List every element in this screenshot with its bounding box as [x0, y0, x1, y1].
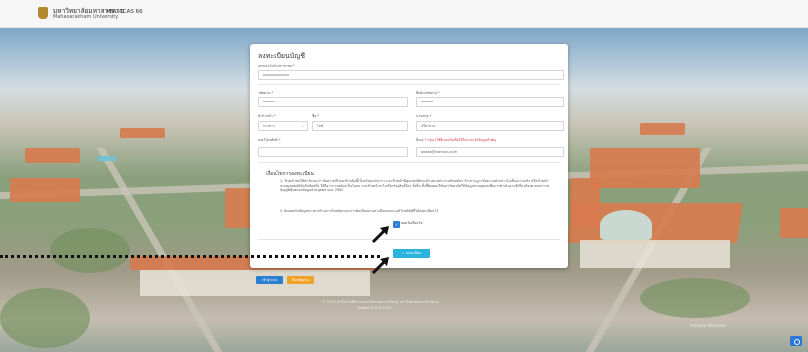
login-button[interactable]: เข้าสู่ระบบ [256, 276, 283, 284]
id-card-input[interactable]: xxxxxxxxxxxxx [258, 70, 564, 80]
email-value: pedaa@hotmail.co.th [421, 150, 458, 154]
chat-widget-icon[interactable] [790, 336, 802, 346]
id-card-value: xxxxxxxxxxxxx [263, 73, 290, 77]
password-value: •••••• [263, 100, 275, 104]
accept-terms-checkbox[interactable]: ✓ [393, 221, 400, 228]
required-mark: * [438, 91, 440, 95]
windows-watermark: Activate Windows [690, 323, 726, 328]
divider [258, 162, 560, 163]
required-mark: * [271, 91, 274, 95]
annotation-dotted-line [0, 255, 380, 258]
prefix-value: นางสาว [263, 124, 275, 128]
required-mark: * [317, 114, 320, 118]
forgot-password-button[interactable]: ลืมรหัสผ่าน [287, 276, 314, 284]
lastname-label: นามสกุล * [416, 114, 431, 119]
chevron-down-icon: ⌄ [301, 124, 304, 128]
system-name: MSU-TCAS 66 [106, 9, 143, 15]
divider [258, 84, 560, 85]
footer-contact: โทรศัพท์ 043-754333 [357, 306, 392, 310]
password-confirm-value: •••••• [421, 100, 433, 104]
university-logo-icon[interactable] [38, 7, 48, 19]
firstname-value: ไอซ์ [317, 124, 324, 128]
prefix-label: คำนำหน้า * [258, 114, 276, 119]
top-navbar: มหาวิทยาลัยมหาสารคาม Mahasarakham Univer… [0, 0, 808, 28]
password-label-text: รหัสผ่าน [258, 91, 271, 95]
terms-title: เงื่อนไขการลงทะเบียน [266, 171, 314, 177]
divider [258, 239, 560, 240]
lastname-input[interactable]: ปรีดาธาน [416, 121, 564, 131]
lastname-label-text: นามสกุล [416, 114, 429, 118]
required-mark: * [273, 114, 276, 118]
email-label-text: อีเมล [416, 138, 424, 142]
password-confirm-label-text: ยืนยันรหัสผ่าน [416, 91, 437, 95]
password-label: รหัสผ่าน * [258, 91, 273, 96]
annotation-arrow-icon [371, 257, 389, 275]
id-card-label-text: เลขประจำตัวประชาชน [258, 64, 292, 68]
phone-label: เบอร์โทรศัพท์ * [258, 138, 280, 143]
phone-label-text: เบอร์โทรศัพท์ [258, 138, 278, 142]
terms-item-2: 2. ยินยอมรับข้อมูลข่าวสารด้านการรับสมัคร… [280, 209, 439, 213]
phone-input[interactable] [258, 147, 408, 157]
register-button[interactable]: ✓ ลงทะเบียน [393, 249, 430, 258]
terms-item-1: 1. ข้าพเจ้าขอให้คำรับรองว่า ข้อความที่กร… [280, 179, 550, 193]
id-card-label: เลขประจำตัวประชาชน * [258, 64, 295, 69]
required-mark: * [278, 138, 281, 142]
lastname-value: ปรีดาธาน [421, 124, 436, 128]
annotation-arrow-icon [371, 226, 389, 244]
accept-terms-label[interactable]: ยอมรับเงื่อนไข [401, 221, 422, 226]
page-title: ลงทะเบียนบัญชี [258, 52, 305, 60]
prefix-label-text: คำนำหน้า [258, 114, 273, 118]
firstname-label-text: ชื่อ [312, 114, 317, 118]
footer-copyright: © 2022 สำนักการศึกษาและนวัตกรรมการเรียนร… [322, 300, 439, 304]
required-mark: * [293, 64, 295, 68]
password-confirm-input[interactable]: •••••• [416, 97, 564, 107]
email-label: อีเมล * กรุณาใช้อีเมลจริงเพื่อใช้ในการแจ… [416, 138, 496, 143]
password-input[interactable]: •••••• [258, 97, 408, 107]
firstname-input[interactable]: ไอซ์ [312, 121, 408, 131]
required-mark: * [429, 114, 432, 118]
email-input[interactable]: pedaa@hotmail.co.th [416, 147, 564, 157]
firstname-label: ชื่อ * [312, 114, 319, 119]
registration-card: ลงทะเบียนบัญชี เลขประจำตัวประชาชน * xxxx… [250, 44, 568, 268]
email-warning: * กรุณาใช้อีเมลจริงเพื่อใช้ในการแจ้งข้อม… [424, 138, 496, 142]
password-confirm-label: ยืนยันรหัสผ่าน * [416, 91, 440, 96]
prefix-select[interactable]: นางสาว ⌄ [258, 121, 308, 131]
